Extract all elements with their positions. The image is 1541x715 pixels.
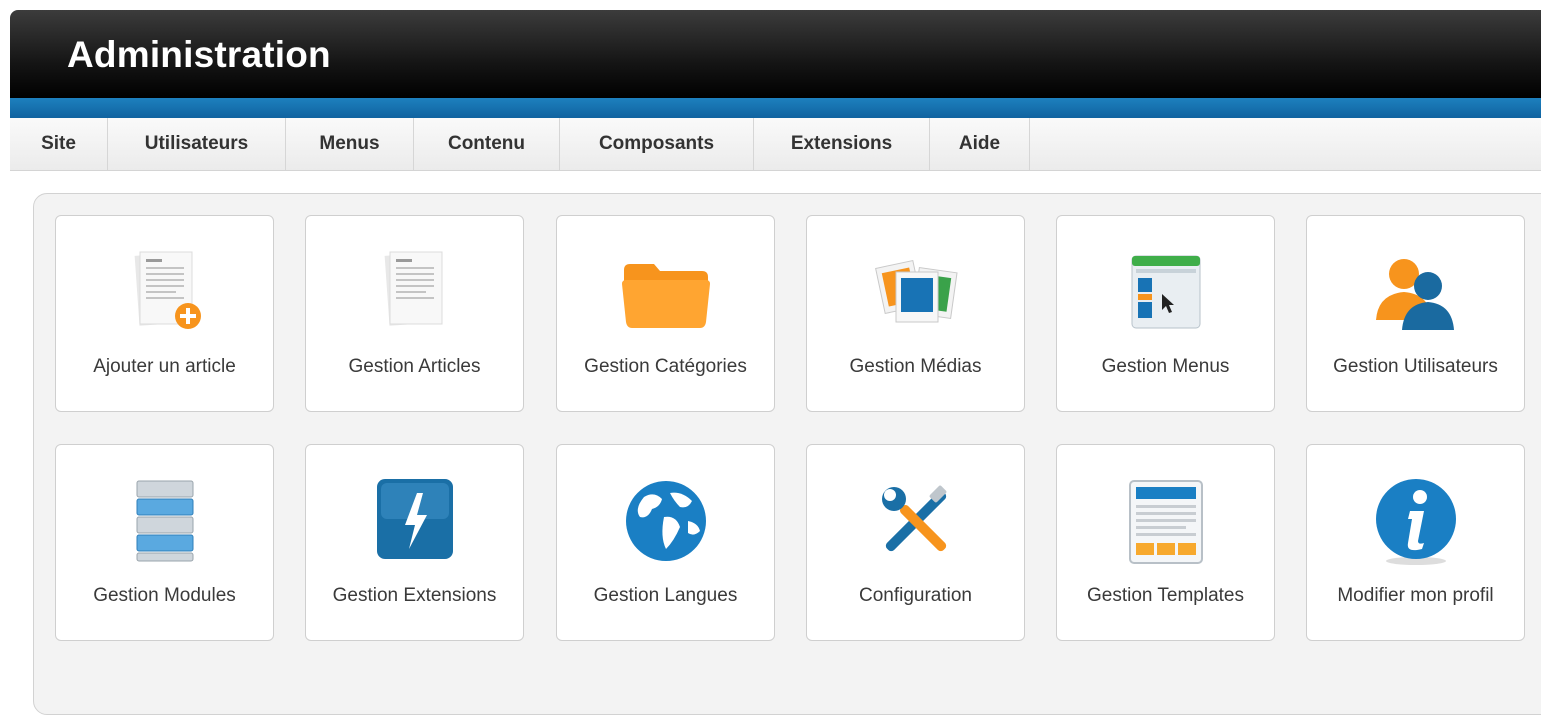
tile-label: Gestion Articles <box>348 356 481 377</box>
modules-icon <box>136 480 193 562</box>
tile-menus[interactable]: Gestion Menus <box>1056 215 1275 412</box>
page-title: Administration <box>67 34 331 75</box>
tile-label: Gestion Utilisateurs <box>1333 356 1498 377</box>
tile-label: Gestion Catégories <box>584 356 747 377</box>
tile-users[interactable]: Gestion Utilisateurs <box>1306 215 1525 412</box>
tile-add-article[interactable]: Ajouter un article <box>55 215 274 412</box>
tile-label: Gestion Extensions <box>332 585 497 606</box>
tile-label: Modifier mon profil <box>1337 585 1494 606</box>
menu-contenu[interactable]: Contenu <box>414 118 560 170</box>
tile-templates[interactable]: Gestion Templates <box>1056 444 1275 641</box>
article-icon <box>384 251 442 326</box>
menu-aide[interactable]: Aide <box>930 118 1030 170</box>
tile-extensions[interactable]: Gestion Extensions <box>305 444 524 641</box>
extensions-icon <box>376 479 453 559</box>
tile-label: Configuration <box>858 585 973 606</box>
tile-label: Ajouter un article <box>93 356 236 377</box>
menu-utilisateurs[interactable]: Utilisateurs <box>108 118 286 170</box>
tile-configuration[interactable]: Configuration <box>806 444 1025 641</box>
menu-site[interactable]: Site <box>10 118 108 170</box>
tile-profile[interactable]: Modifier mon profil <box>1306 444 1525 641</box>
article-add-icon <box>134 251 201 329</box>
tile-label: Gestion Templates <box>1086 585 1244 606</box>
tile-languages[interactable]: Gestion Langues <box>556 444 775 641</box>
main-menu-bar: Site Utilisateurs Menus Contenu Composan… <box>10 118 1541 171</box>
info-icon <box>1375 479 1456 565</box>
tile-label: Gestion Médias <box>849 356 982 377</box>
globe-icon <box>625 481 706 561</box>
menu-window-icon <box>1131 255 1200 329</box>
folder-icon <box>621 264 710 328</box>
header-accent-bar <box>10 98 1541 118</box>
media-icon <box>874 259 958 323</box>
menu-menus[interactable]: Menus <box>286 118 414 170</box>
tile-articles[interactable]: Gestion Articles <box>305 215 524 412</box>
tools-icon <box>881 485 946 552</box>
tile-modules[interactable]: Gestion Modules <box>55 444 274 641</box>
tile-label: Gestion Menus <box>1101 356 1230 377</box>
menu-extensions[interactable]: Extensions <box>754 118 930 170</box>
tile-label: Gestion Langues <box>593 585 738 606</box>
tile-media[interactable]: Gestion Médias <box>806 215 1025 412</box>
template-icon <box>1128 480 1203 564</box>
admin-header: Administration <box>10 10 1541 98</box>
users-icon <box>1375 259 1454 330</box>
menu-composants[interactable]: Composants <box>560 118 754 170</box>
tile-categories[interactable]: Gestion Catégories <box>556 215 775 412</box>
tile-label: Gestion Modules <box>93 585 236 606</box>
